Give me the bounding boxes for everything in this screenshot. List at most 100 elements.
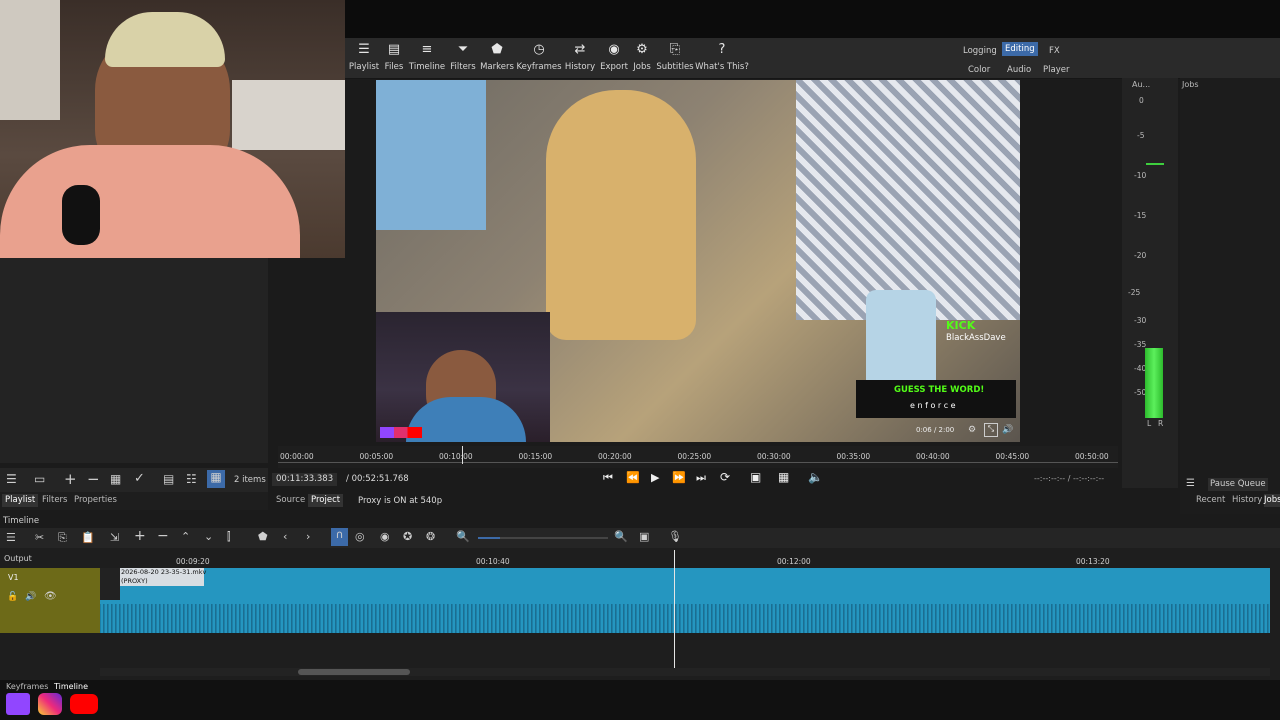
in-out-points: --:--:--:-- / --:--:--:-- [1034, 474, 1105, 483]
files-icon: ▤ [387, 42, 401, 57]
tab-timeline[interactable]: Timeline [54, 683, 88, 691]
lock-icon[interactable]: 🔓 [7, 592, 18, 602]
skip-next-icon[interactable]: ⏭ [696, 471, 706, 485]
tab-properties[interactable]: Properties [74, 496, 117, 505]
social-badges [380, 427, 422, 438]
transport-bar: 00:11:33.383 / 00:52:51.768 ⏮ ⏪ ▶ ⏩ ⏭ ⟳ … [268, 468, 1122, 490]
overwrite-icon[interactable]: ⌄ [204, 530, 213, 543]
zoom-out-icon[interactable]: 🔍 [456, 530, 470, 543]
check-icon[interactable]: ✓ [134, 471, 145, 486]
remove-icon[interactable]: − [87, 470, 100, 488]
keyframes-button[interactable]: ◷ Keyframes [516, 42, 561, 72]
lift-icon[interactable]: ⌃ [181, 530, 190, 543]
timeline-ruler-label: 00:10:40 [476, 557, 510, 566]
cut-icon[interactable]: ✂ [35, 531, 44, 544]
ruler-tick-label: 00:30:00 [757, 452, 791, 461]
layout-color[interactable]: Color [965, 63, 993, 77]
tab-recent[interactable]: Recent [1196, 496, 1225, 505]
tab-project[interactable]: Project [308, 494, 344, 507]
tab-playlist[interactable]: Playlist [2, 494, 39, 507]
paste-icon[interactable]: 📋 [81, 531, 95, 544]
update-icon[interactable]: ▦ [110, 472, 121, 486]
ruler-tick-label: 00:00:00 [280, 452, 314, 461]
remove-icon[interactable]: − [157, 528, 169, 544]
ripple-icon[interactable]: ◉ [380, 530, 390, 543]
main-toolbar: ☰ Playlist ▤ Files ≡ Timeline ⏷ Filters ⬟ Mar… [345, 38, 1280, 79]
zoom-in-icon[interactable]: 🔍 [614, 530, 628, 543]
snap-icon[interactable]: ∩ [331, 528, 348, 546]
grid-view-icon[interactable]: ▦ [207, 470, 225, 488]
ripple-all-icon[interactable]: ✪ [403, 530, 412, 543]
word-game-box: GUESS THE WORD! e n f o r c e [856, 380, 1016, 418]
ruler-line [278, 462, 1118, 463]
record-audio-icon[interactable]: 🎙 [668, 530, 682, 543]
rewind-icon[interactable]: ⏪ [626, 471, 640, 484]
timeline-clip[interactable]: 2026-08-20 23-35-31.mkv (PROXY) [100, 568, 1270, 633]
previous-marker-icon[interactable]: ‹ [283, 530, 287, 543]
open-icon[interactable]: ▭ [34, 472, 45, 486]
grid-icon[interactable]: ▦ [778, 470, 789, 484]
add-track-icon[interactable]: + [134, 528, 146, 544]
skip-previous-icon[interactable]: ⏮ [603, 471, 613, 485]
menu-icon[interactable]: ☰ [6, 472, 17, 486]
tab-keyframes[interactable]: Keyframes [6, 683, 48, 691]
timeline-toolbar: ☰ ✂ ⎘ 📋 ⇲ + − ⌃ ⌄ ⫿ ⬟ ‹ › ∩ ◎ ◉ ✪ ❂ 🔍 🔍 … [0, 528, 1280, 548]
ruler-tick-label: 00:20:00 [598, 452, 632, 461]
timeline-playhead[interactable] [674, 550, 675, 668]
copy-icon[interactable]: ⎘ [58, 531, 67, 545]
append-icon[interactable]: ⇲ [110, 531, 119, 544]
instagram-icon [38, 693, 62, 715]
jobs-icon: ⚙ [636, 42, 648, 57]
layout-fx[interactable]: FX [1046, 44, 1063, 58]
timeline-button[interactable]: ≡ Timeline [407, 42, 447, 72]
whats-this-button[interactable]: ? What's This? [695, 42, 749, 72]
tab-source[interactable]: Source [276, 496, 305, 505]
zoom-slider[interactable] [478, 537, 608, 539]
fast-forward-icon[interactable]: ⏩ [672, 471, 686, 484]
embedded-player-controls: 0:06 / 2:00 ⚙ ⤡ 🔊 [896, 422, 1020, 440]
scrollbar-thumb[interactable] [298, 669, 410, 675]
subtitles-button[interactable]: ⎘ Subtitles [655, 42, 695, 72]
timeline-ruler[interactable]: Output 00:09:20 00:10:40 00:12:00 00:13:… [0, 550, 1280, 568]
player-playhead[interactable] [462, 446, 463, 464]
meter-scale-label: -30 [1134, 316, 1147, 325]
hide-icon[interactable]: 👁 [44, 591, 57, 602]
tab-jobs[interactable]: Jobs [1264, 494, 1280, 507]
player-ruler[interactable]: 00:00:00 00:05:00 00:10:00 00:15:00 00:20:00… [278, 446, 1118, 468]
layout-logging[interactable]: Logging [960, 44, 1000, 58]
clip-label: 2026-08-20 23-35-31.mkv (PROXY) [120, 568, 206, 586]
track-header-v1[interactable]: V1 🔓 🔊 👁 [0, 568, 100, 633]
play-icon[interactable]: ▶ [651, 471, 659, 484]
details-view-icon[interactable]: ▤ [163, 472, 174, 486]
timeline-scrollbar[interactable] [100, 668, 1270, 676]
meter-scale-label: -10 [1134, 171, 1147, 180]
layout-audio[interactable]: Audio [1004, 63, 1034, 77]
zoom-fit-icon[interactable]: ▣ [639, 530, 649, 543]
list-view-icon[interactable]: ☷ [186, 472, 197, 486]
timeline-menu-icon[interactable]: ☰ [6, 531, 16, 544]
pause-queue-button[interactable]: Pause Queue [1208, 478, 1268, 491]
tab-filters[interactable]: Filters [42, 496, 67, 505]
scrub-icon[interactable]: ◎ [355, 530, 365, 543]
mute-icon[interactable]: 🔊 [25, 592, 36, 602]
volume-icon[interactable]: 🔈 [808, 470, 823, 484]
markers-button[interactable]: ⬟ Markers [477, 42, 517, 72]
layout-editing[interactable]: Editing [1002, 42, 1038, 56]
ruler-tick-label: 00:25:00 [677, 452, 712, 461]
help-icon: ? [718, 42, 726, 57]
split-icon[interactable]: ⫿ [227, 530, 231, 544]
add-icon[interactable]: + [64, 470, 77, 488]
streamer-cap [105, 12, 225, 67]
tab-history[interactable]: History [1232, 496, 1262, 505]
marker-icon[interactable]: ⬟ [258, 530, 268, 543]
layout-player[interactable]: Player [1040, 63, 1072, 77]
ripple-markers-icon[interactable]: ❂ [426, 530, 435, 543]
meter-peak [1146, 163, 1164, 165]
ruler-tick-label: 00:40:00 [916, 452, 950, 461]
loop-icon[interactable]: ⟳ [720, 470, 730, 484]
channel-name: BlackAssDave [946, 333, 1006, 343]
current-timecode[interactable]: 00:11:33.383 [272, 473, 338, 486]
jobs-menu-icon[interactable]: ☰ [1186, 478, 1195, 489]
next-marker-icon[interactable]: › [306, 530, 310, 543]
zoom-icon[interactable]: ▣ [750, 470, 761, 484]
